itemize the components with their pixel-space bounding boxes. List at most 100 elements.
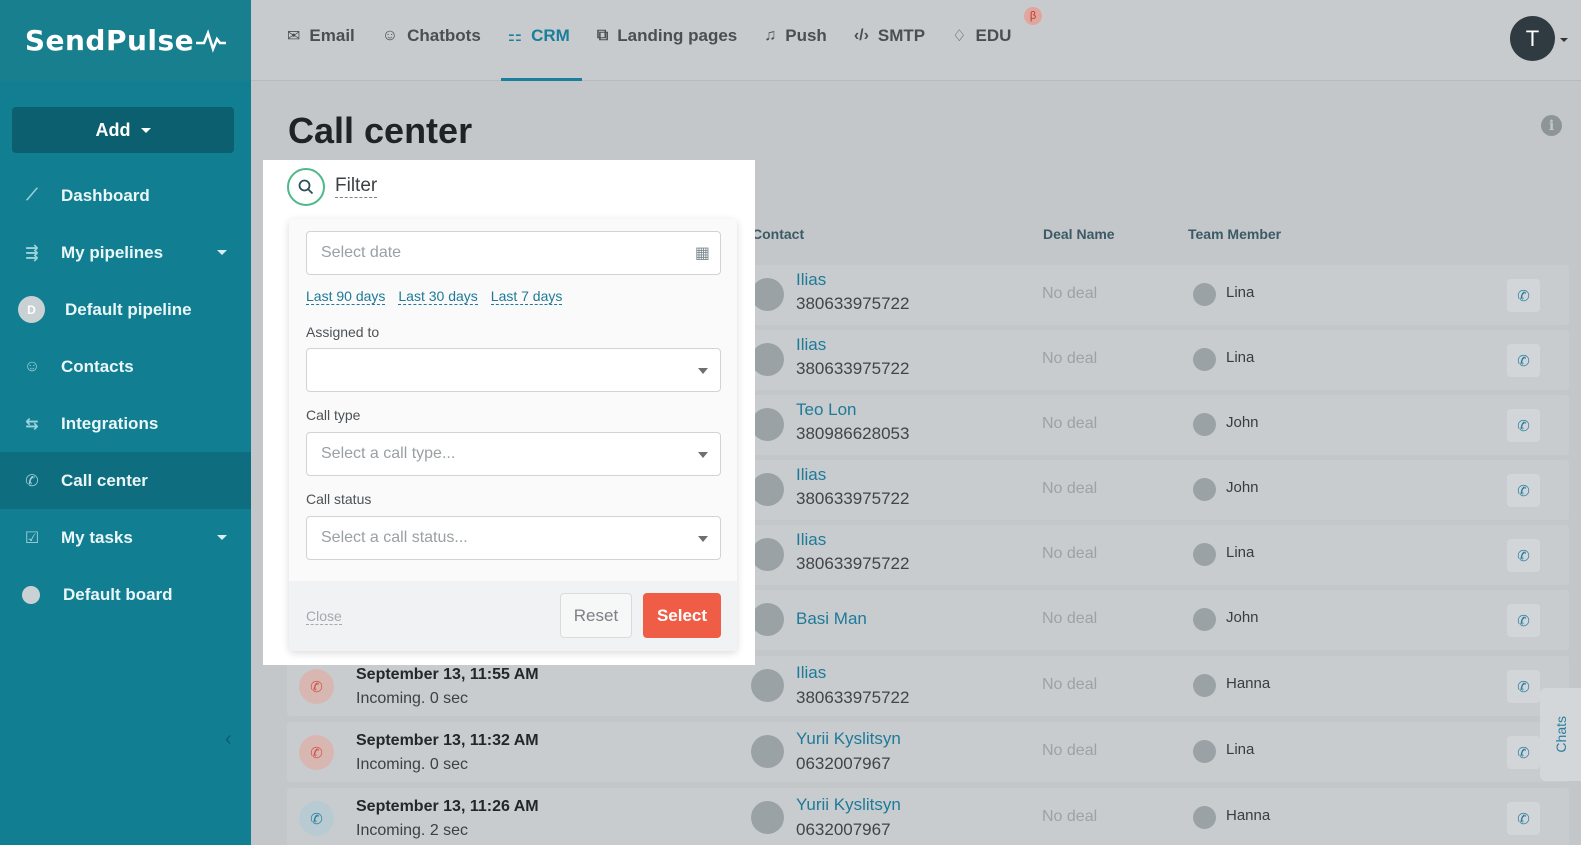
member-avatar	[1193, 478, 1216, 501]
call-time: September 13, 11:26 AM	[356, 798, 539, 815]
call-button[interactable]: ✆	[1507, 736, 1540, 769]
add-button[interactable]: Add	[12, 107, 234, 153]
tab-label: Landing pages	[617, 26, 738, 45]
tasks-icon: ☑	[24, 529, 40, 547]
call-button[interactable]: ✆	[1507, 344, 1540, 377]
contact-name[interactable]: Ilias	[796, 663, 826, 683]
deal-name: No deal	[1042, 676, 1098, 693]
dot-icon	[22, 585, 40, 604]
deal-name: No deal	[1042, 610, 1098, 627]
column-header-member: Team Member	[1188, 226, 1282, 242]
calendar-icon[interactable]: ▦	[695, 243, 710, 263]
contact-phone: 380633975722	[796, 359, 910, 378]
contact-name[interactable]: Basi Man	[796, 609, 867, 629]
call-button[interactable]: ✆	[1507, 670, 1540, 703]
contact-name[interactable]: Ilias	[796, 335, 826, 355]
sidebar-item-label: My tasks	[61, 527, 133, 547]
call-button[interactable]: ✆	[1507, 409, 1540, 442]
team-member: Lina	[1226, 349, 1255, 366]
team-member: John	[1226, 609, 1259, 626]
caret-down-icon	[217, 535, 227, 540]
table-row[interactable]: ✆ September 13, 11:32 AM Incoming. 0 sec…	[287, 722, 1569, 782]
search-icon[interactable]	[287, 168, 325, 206]
contact-name[interactable]: Teo Lon	[796, 400, 857, 420]
deal-name: No deal	[1042, 350, 1098, 367]
graduation-cap-icon: ♢	[952, 28, 967, 45]
last-7-days-link[interactable]: Last 7 days	[490, 288, 563, 305]
deal-name: No deal	[1042, 808, 1098, 825]
select-button[interactable]: Select	[643, 593, 721, 638]
sidebar-item-default-board[interactable]: Default board	[0, 566, 251, 623]
tab-edu[interactable]: ♢ EDU	[952, 26, 1011, 46]
contact-name[interactable]: Ilias	[796, 530, 826, 550]
landing-page-icon: ⧉	[596, 27, 609, 44]
code-icon: ‹/›	[853, 27, 869, 44]
collapse-sidebar-icon[interactable]: ‹	[225, 728, 232, 751]
table-row[interactable]: ✆ September 13, 11:55 AM Incoming. 0 sec…	[287, 656, 1569, 716]
info-icon[interactable]: i	[1541, 115, 1562, 136]
contacts-icon: ☺	[23, 357, 41, 375]
assigned-to-select[interactable]	[306, 348, 721, 392]
deal-name: No deal	[1042, 545, 1098, 562]
call-button[interactable]: ✆	[1507, 604, 1540, 637]
tab-email[interactable]: ✉ Email	[287, 26, 355, 46]
contact-name[interactable]: Yurii Kyslitsyn	[796, 729, 901, 749]
reset-button[interactable]: Reset	[560, 593, 632, 638]
sidebar-item-integrations[interactable]: ⇆ Integrations	[0, 395, 251, 452]
chats-label: Chats	[1552, 716, 1569, 753]
tab-smtp[interactable]: ‹/› SMTP	[854, 26, 925, 46]
filter-footer: Close Reset Select	[289, 581, 737, 651]
close-link[interactable]: Close	[306, 608, 342, 625]
contact-name[interactable]: Ilias	[796, 465, 826, 485]
chat-icon: ☺	[381, 27, 399, 44]
sidebar-item-my-tasks[interactable]: ☑ My tasks	[0, 509, 251, 566]
deal-name: No deal	[1042, 285, 1098, 302]
tab-chatbots[interactable]: ☺ Chatbots	[382, 26, 481, 46]
deal-name: No deal	[1042, 742, 1098, 759]
contact-avatar	[751, 473, 784, 506]
tab-crm[interactable]: ⚏ CRM	[508, 26, 570, 46]
call-type-select[interactable]: Select a call type...	[306, 432, 721, 476]
date-picker-field[interactable]: Select date ▦	[306, 231, 721, 275]
tab-label: Push	[785, 26, 827, 45]
filter-toggle[interactable]: Filter	[335, 175, 378, 198]
caret-down-icon[interactable]	[1560, 38, 1568, 42]
user-avatar[interactable]: T	[1510, 16, 1555, 61]
sidebar-item-contacts[interactable]: ☺ Contacts	[0, 338, 251, 395]
contact-avatar	[751, 669, 784, 702]
pulse-logo-icon	[196, 28, 227, 53]
envelope-icon: ✉	[287, 28, 301, 45]
last-90-days-link[interactable]: Last 90 days	[306, 288, 386, 305]
missed-call-icon: ✆	[299, 735, 334, 770]
call-button[interactable]: ✆	[1507, 474, 1540, 507]
contact-name[interactable]: Yurii Kyslitsyn	[796, 795, 901, 815]
chats-widget-tab[interactable]: Chats	[1540, 688, 1581, 781]
sidebar-item-my-pipelines[interactable]: ⇶ My pipelines	[0, 224, 251, 281]
tab-push[interactable]: ♫ Push	[764, 26, 827, 46]
contact-name[interactable]: Ilias	[796, 270, 826, 290]
sidebar-item-label: Call center	[61, 470, 148, 490]
sidebar-item-call-center[interactable]: ✆ Call center	[0, 452, 251, 509]
call-type-placeholder: Select a call type...	[321, 445, 456, 462]
contact-avatar	[751, 603, 784, 636]
contact-avatar	[751, 538, 784, 571]
member-avatar	[1193, 740, 1216, 763]
tab-label: Email	[309, 26, 355, 45]
contact-phone: 380986628053	[796, 424, 910, 443]
table-row[interactable]: ✆ September 13, 11:26 AM Incoming. 2 sec…	[287, 788, 1569, 845]
tab-landing-pages[interactable]: ⧉ Landing pages	[597, 26, 737, 46]
logo-bar: SendPulse	[0, 0, 251, 81]
team-member: John	[1226, 414, 1259, 431]
call-button[interactable]: ✆	[1507, 539, 1540, 572]
sendpulse-logo[interactable]: SendPulse	[25, 24, 194, 57]
sidebar-item-dashboard[interactable]: ⟋ Dashboard	[0, 167, 251, 224]
call-button[interactable]: ✆	[1507, 802, 1540, 835]
call-status-select[interactable]: Select a call status...	[306, 516, 721, 560]
sidebar-item-default-pipeline[interactable]: D Default pipeline	[0, 281, 251, 338]
last-30-days-link[interactable]: Last 30 days	[398, 288, 478, 305]
call-time: September 13, 11:32 AM	[356, 732, 539, 749]
call-button[interactable]: ✆	[1507, 279, 1540, 312]
sidebar-item-label: Default pipeline	[65, 299, 192, 319]
member-avatar	[1193, 283, 1216, 306]
deal-name: No deal	[1042, 415, 1098, 432]
